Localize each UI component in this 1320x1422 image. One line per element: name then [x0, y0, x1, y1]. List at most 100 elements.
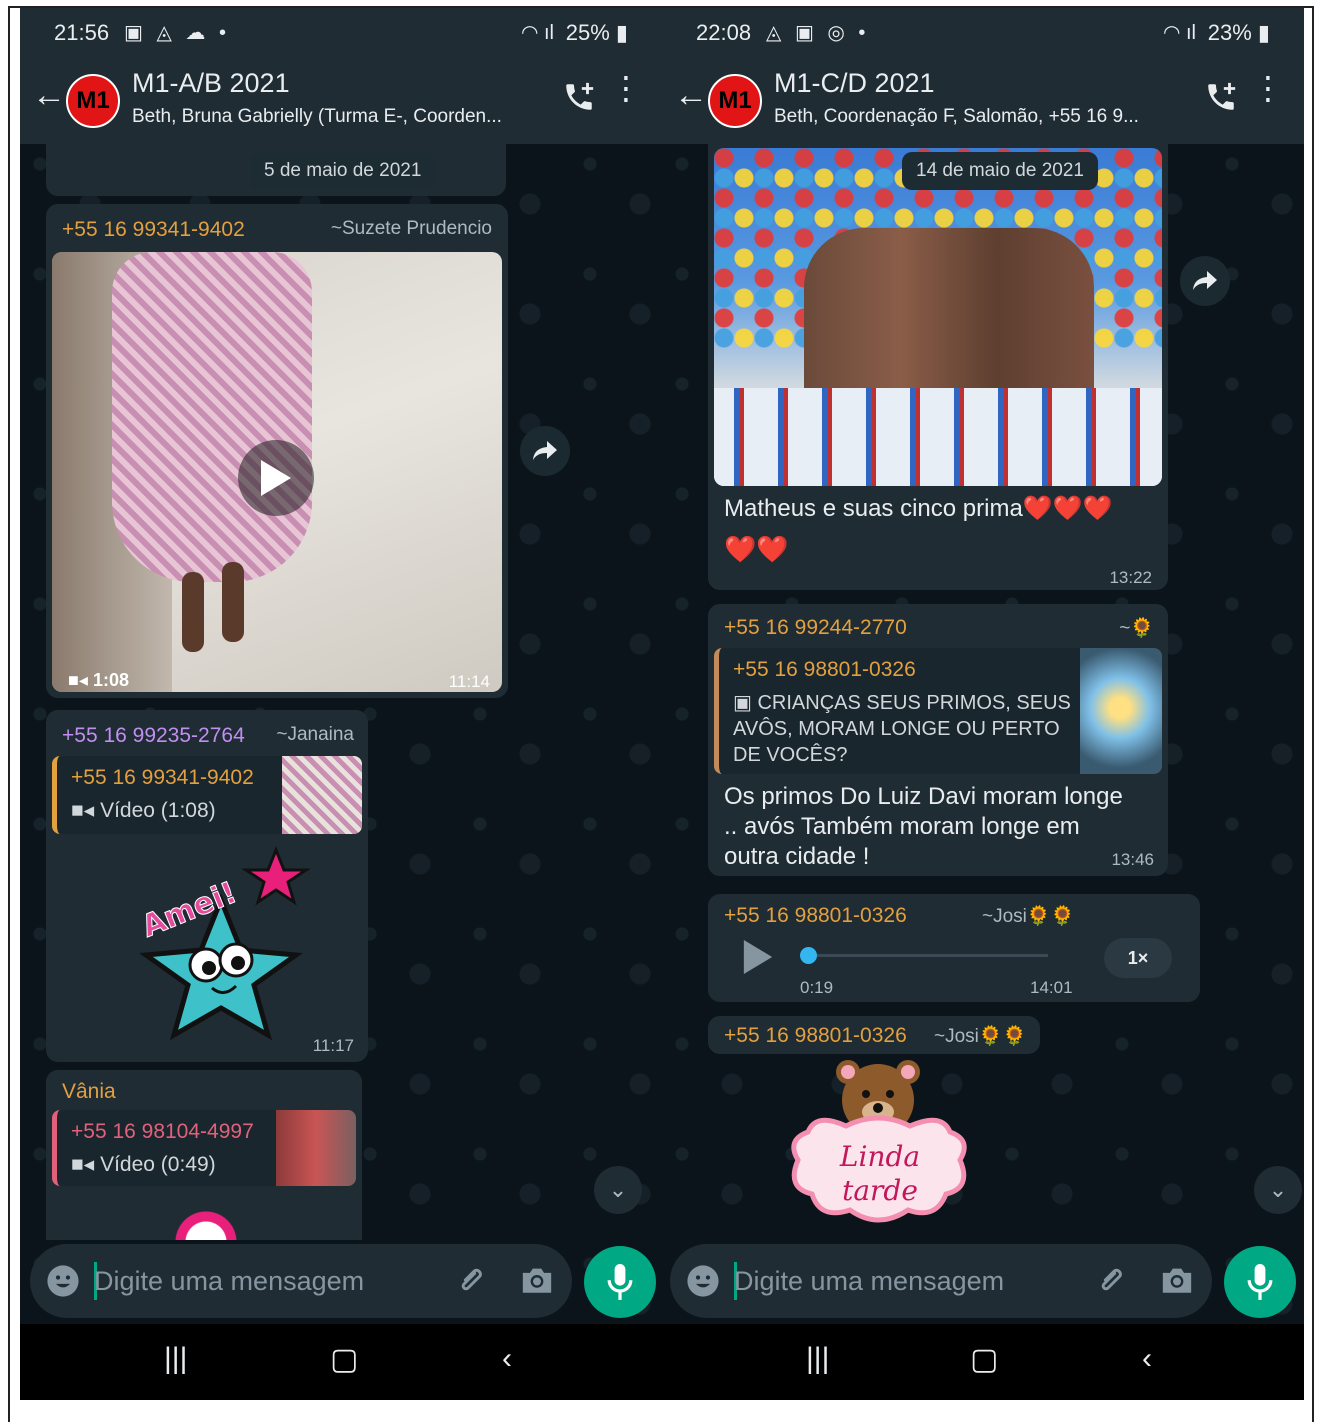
reply-message[interactable]: +55 16 99244-2770 ~🌻 +55 16 98801-0326 ▣… — [708, 604, 1168, 876]
nav-back-icon[interactable]: ‹ — [502, 1342, 512, 1376]
more-options-icon[interactable]: ⋮ — [610, 72, 642, 104]
partial-sticker — [166, 1202, 246, 1240]
emoji-icon[interactable] — [46, 1264, 80, 1303]
battery-percent: 25% — [565, 20, 610, 45]
attach-icon[interactable] — [456, 1264, 488, 1301]
quoted-message[interactable]: +55 16 98104-4997 ■◂ Vídeo (0:49) — [52, 1110, 356, 1186]
notification-icons: ◬ ▣ ◎ • — [766, 22, 870, 44]
play-icon[interactable] — [238, 440, 314, 516]
group-members[interactable]: Beth, Coordenação F, Salomão, +55 16 9..… — [774, 106, 1174, 128]
mic-button[interactable] — [584, 1246, 656, 1318]
outer-border — [8, 8, 10, 1422]
group-title[interactable]: M1-A/B 2021 — [132, 68, 290, 99]
playback-speed-button[interactable]: 1× — [1104, 938, 1172, 978]
quoted-thumbnail — [276, 1110, 356, 1186]
input-placeholder: Digite uma mensagem — [734, 1266, 1005, 1296]
message-time: 13:22 — [1109, 568, 1152, 587]
sticker-line-1: Linda — [839, 1140, 920, 1173]
family-group — [804, 228, 1094, 408]
mic-icon — [607, 1264, 633, 1300]
message-input[interactable]: Digite uma mensagem — [30, 1244, 572, 1318]
nav-back-icon[interactable]: ‹ — [1142, 1342, 1152, 1376]
attach-icon[interactable] — [1096, 1264, 1128, 1301]
voice-message[interactable]: +55 16 98801-0326 ~Josi🌻🌻 0:19 14:01 1× — [708, 894, 1200, 1002]
forward-icon[interactable] — [520, 426, 570, 476]
input-placeholder: Digite uma mensagem — [94, 1266, 365, 1296]
sender-name: ~Suzete Prudencio — [330, 218, 492, 239]
quoted-text: ▣ CRIANÇAS SEUS PRIMOS, SEUS AVÔS, MORAM… — [733, 690, 1073, 768]
home-icon[interactable]: ▢ — [970, 1342, 998, 1377]
mic-icon — [1247, 1264, 1273, 1300]
message-sender: +55 16 99235-2764 — [62, 724, 245, 747]
scroll-down-icon[interactable]: ⌄ — [594, 1166, 642, 1214]
camera-icon[interactable] — [520, 1264, 554, 1301]
duration-label: 1:08 — [92, 670, 129, 690]
notification-icons: ▣ ◬ ☁ • — [124, 22, 230, 44]
camera-icon[interactable] — [1160, 1264, 1194, 1301]
phone-right: 22:08 ◬ ▣ ◎ • ◠ ıl 23% ▮ ← M1 M1-C/D 202… — [662, 8, 1304, 1324]
child-leg — [222, 562, 244, 642]
image-icon: ▣ — [733, 692, 752, 714]
group-members[interactable]: Beth, Bruna Gabrielly (Turma E-, Coorden… — [132, 106, 532, 128]
sticker-amei: Amei! — [126, 840, 316, 1041]
video-thumbnail[interactable]: ■◂ 1:08 11:14 — [52, 252, 502, 692]
recent-apps-icon[interactable]: ||| — [164, 1342, 187, 1376]
group-title[interactable]: M1-C/D 2021 — [774, 68, 935, 99]
back-arrow-icon[interactable]: ← — [674, 76, 708, 115]
recent-apps-icon[interactable]: ||| — [806, 1342, 829, 1376]
scroll-down-icon[interactable]: ⌄ — [1254, 1166, 1302, 1214]
emoji-icon[interactable] — [686, 1264, 720, 1303]
forward-icon[interactable] — [1180, 256, 1230, 306]
play-icon[interactable] — [742, 940, 774, 979]
party-table — [714, 388, 1162, 486]
phone-left: 21:56 ▣ ◬ ☁ • ◠ ıl 25% ▮ ← M1 M1-A/B 202… — [20, 8, 662, 1324]
photo-caption: Matheus e suas cinco prima❤️❤️❤️ — [724, 495, 1113, 522]
home-icon[interactable]: ▢ — [330, 1342, 358, 1377]
date-separator: 14 de maio de 2021 — [902, 152, 1098, 190]
video-message[interactable]: +55 16 99341-9402 ~Suzete Prudencio ■◂ 1… — [46, 204, 508, 698]
mic-button[interactable] — [1224, 1246, 1296, 1318]
message-time: 11:14 — [448, 672, 490, 691]
battery-level: 23% ▮ — [1207, 20, 1270, 45]
message-time: 14:01 — [1030, 978, 1073, 997]
quoted-caption: Vídeo (1:08) — [100, 799, 216, 822]
audio-elapsed: 0:19 — [800, 978, 834, 997]
photo-thumbnail[interactable] — [714, 148, 1162, 486]
quoted-text: ■◂ Vídeo (1:08) — [71, 798, 216, 823]
status-bar: 21:56 ▣ ◬ ☁ • ◠ ıl 25% ▮ — [20, 8, 662, 56]
quoted-sender: +55 16 99341-9402 — [71, 766, 254, 789]
reply-message[interactable]: Vânia +55 16 98104-4997 ■◂ Vídeo (0:49) — [46, 1070, 362, 1240]
date-separator: 5 de maio de 2021 — [250, 152, 436, 190]
audio-progress-knob[interactable] — [800, 947, 817, 964]
child-leg — [182, 572, 204, 652]
message-sender: +55 16 99244-2770 — [724, 616, 907, 639]
more-options-icon[interactable]: ⋮ — [1252, 72, 1284, 104]
system-nav-bar: ||| ▢ ‹ ||| ▢ ‹ — [20, 1324, 1304, 1400]
chat-header[interactable]: ← M1 M1-A/B 2021 Beth, Bruna Gabrielly (… — [20, 56, 662, 144]
quoted-sender: +55 16 98801-0326 — [733, 658, 916, 681]
quoted-message[interactable]: +55 16 99341-9402 ■◂ Vídeo (1:08) — [52, 756, 362, 834]
video-camera-icon: ■◂ — [71, 1153, 95, 1176]
quoted-message[interactable]: +55 16 98801-0326 ▣ CRIANÇAS SEUS PRIMOS… — [714, 648, 1162, 774]
message-sender: +55 16 99341-9402 — [62, 218, 245, 241]
message-time: 13:46 — [1111, 850, 1154, 869]
sender-name: ~Janaina — [276, 724, 354, 745]
back-arrow-icon[interactable]: ← — [32, 76, 66, 115]
group-avatar[interactable]: M1 — [708, 74, 762, 128]
audio-progress-track[interactable] — [808, 954, 1048, 957]
child-dress-figure — [112, 252, 312, 582]
group-avatar[interactable]: M1 — [66, 74, 120, 128]
message-input[interactable]: Digite uma mensagem — [670, 1244, 1212, 1318]
add-call-icon[interactable] — [1204, 80, 1238, 119]
screenshot-pair: 21:56 ▣ ◬ ☁ • ◠ ıl 25% ▮ ← M1 M1-A/B 202… — [20, 8, 1304, 1400]
sticker-linda-tarde[interactable]: Linda tarde — [786, 1060, 972, 1232]
message-sender: +55 16 98801-0326 — [724, 1024, 907, 1047]
photo-message[interactable]: Matheus e suas cinco prima❤️❤️❤️ ❤️❤️ 13… — [708, 144, 1168, 590]
chat-header[interactable]: ← M1 M1-C/D 2021 Beth, Coordenação F, Sa… — [662, 56, 1304, 144]
quoted-caption: Vídeo (0:49) — [100, 1153, 216, 1176]
message-sender: Vânia — [62, 1080, 116, 1103]
caption-hearts: ❤️❤️ — [724, 534, 789, 564]
add-call-icon[interactable] — [562, 80, 596, 119]
sticker-message[interactable]: +55 16 99235-2764 ~Janaina +55 16 99341-… — [46, 710, 368, 1062]
quoted-text: ■◂ Vídeo (0:49) — [71, 1152, 216, 1177]
